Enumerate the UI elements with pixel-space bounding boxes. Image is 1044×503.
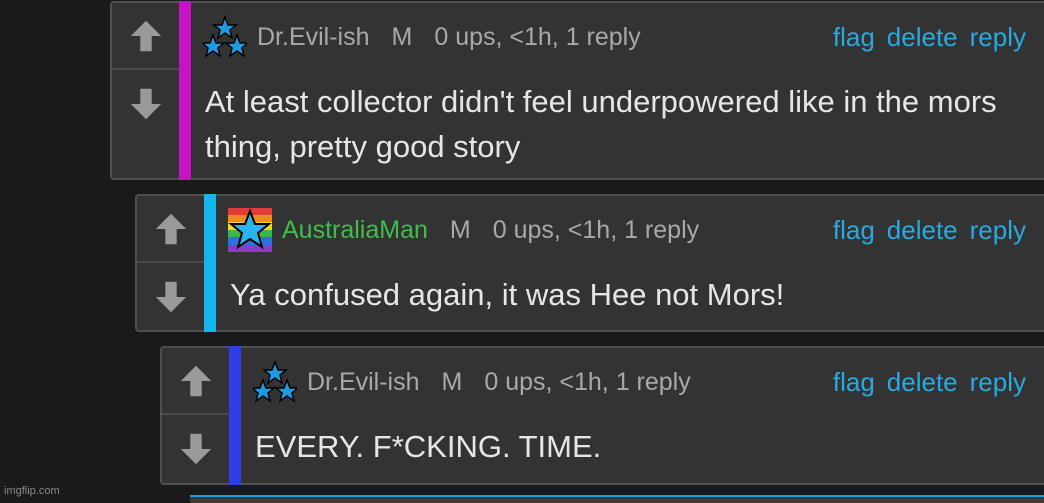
vote-panel (162, 348, 231, 482)
comment-header: AustraliaMan M 0 ups, <1h, 1 reply flag … (216, 208, 1044, 252)
gender-badge: M (441, 367, 463, 396)
arrow-down-icon (155, 281, 186, 312)
three-stars-icon (203, 15, 247, 58)
downvote-button[interactable] (137, 263, 204, 330)
rainbow-star-icon (228, 208, 272, 252)
gender-badge: M (449, 215, 471, 244)
upvote-button[interactable] (162, 348, 229, 415)
username[interactable]: Dr.Evil-ish (257, 23, 370, 52)
thread-stripe (229, 346, 241, 485)
next-comment-edge (190, 495, 1044, 503)
arrow-up-icon (180, 365, 211, 396)
upvote-button[interactable] (137, 196, 204, 263)
comment-actions: flag delete reply (833, 367, 1026, 398)
thread-stripe (179, 1, 191, 180)
gender-badge: M (391, 22, 413, 51)
reply-link[interactable]: reply (970, 22, 1026, 53)
flag-link[interactable]: flag (833, 215, 875, 246)
comment-1: Dr.Evil-ish M 0 ups, <1h, 1 reply flag d… (110, 1, 1044, 180)
arrow-down-icon (180, 433, 211, 464)
comment-header: Dr.Evil-ish M 0 ups, <1h, 1 reply flag d… (241, 360, 1044, 403)
comment-text: At least collector didn't feel underpowe… (205, 84, 997, 164)
arrow-up-icon (155, 213, 186, 244)
upvote-button[interactable] (112, 3, 179, 70)
vote-panel (112, 3, 181, 137)
comment-2: AustraliaMan M 0 ups, <1h, 1 reply flag … (135, 194, 1044, 332)
username[interactable]: AustraliaMan (282, 216, 428, 245)
comment-text: EVERY. F*CKING. TIME. (255, 429, 602, 464)
thread-stripe (204, 194, 216, 332)
arrow-down-icon (130, 88, 161, 119)
delete-link[interactable]: delete (887, 215, 958, 246)
comment-actions: flag delete reply (833, 22, 1026, 53)
comment-actions: flag delete reply (833, 215, 1026, 246)
comment-meta: 0 ups, <1h, 1 reply (434, 22, 641, 51)
comment-text: Ya confused again, it was Hee not Mors! (230, 277, 785, 312)
comment-meta: 0 ups, <1h, 1 reply (484, 367, 691, 396)
flag-link[interactable]: flag (833, 22, 875, 53)
comment-3: Dr.Evil-ish M 0 ups, <1h, 1 reply flag d… (160, 346, 1044, 485)
delete-link[interactable]: delete (887, 22, 958, 53)
username[interactable]: Dr.Evil-ish (307, 368, 420, 397)
three-stars-icon (253, 360, 297, 403)
downvote-button[interactable] (112, 70, 179, 137)
flag-link[interactable]: flag (833, 367, 875, 398)
comment-header: Dr.Evil-ish M 0 ups, <1h, 1 reply flag d… (191, 15, 1044, 58)
vote-panel (137, 196, 206, 330)
watermark: imgflip.com (4, 485, 60, 497)
delete-link[interactable]: delete (887, 367, 958, 398)
downvote-button[interactable] (162, 415, 229, 482)
comment-meta: 0 ups, <1h, 1 reply (492, 215, 700, 244)
arrow-up-icon (130, 20, 161, 51)
reply-link[interactable]: reply (970, 215, 1026, 246)
reply-link[interactable]: reply (970, 367, 1026, 398)
